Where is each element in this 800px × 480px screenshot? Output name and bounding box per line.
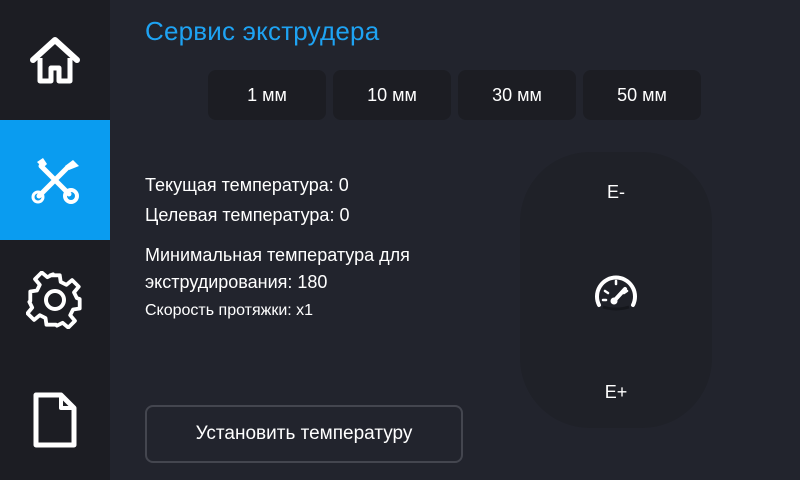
step-label: 50 мм xyxy=(617,84,667,105)
page-title: Сервис экструдера xyxy=(145,16,380,46)
tools-icon xyxy=(31,158,79,204)
speed-button[interactable] xyxy=(588,266,644,318)
min-extrude-temperature-line1: Минимальная температура для xyxy=(145,245,410,265)
step-1mm-button[interactable]: 1 мм xyxy=(208,70,326,120)
min-extrude-temperature-line2: экструдирования: 180 xyxy=(145,272,328,292)
step-label: 1 мм xyxy=(247,84,287,105)
file-icon xyxy=(33,392,77,448)
step-50mm-button[interactable]: 50 мм xyxy=(583,70,701,120)
speedometer-icon xyxy=(595,275,637,311)
retract-label: E- xyxy=(607,181,625,202)
home-icon xyxy=(30,37,80,84)
current-temperature: Текущая температура: 0 xyxy=(145,175,349,195)
extrude-speed: Скорость протяжки: x1 xyxy=(145,302,314,319)
sidebar-item-settings[interactable] xyxy=(0,240,110,360)
step-label: 30 мм xyxy=(492,84,542,105)
sidebar-item-service[interactable] xyxy=(0,120,110,240)
retract-button[interactable]: E- xyxy=(580,172,652,212)
gear-icon xyxy=(26,271,82,329)
set-temperature-label: Установить температуру xyxy=(195,423,413,444)
sidebar-item-files[interactable] xyxy=(0,360,110,480)
step-30mm-button[interactable]: 30 мм xyxy=(458,70,576,120)
step-label: 10 мм xyxy=(367,84,417,105)
set-temperature-button[interactable]: Установить температуру xyxy=(145,405,463,463)
extrude-label: E+ xyxy=(604,381,628,402)
step-10mm-button[interactable]: 10 мм xyxy=(333,70,451,120)
sidebar xyxy=(0,0,110,480)
target-temperature: Целевая температура: 0 xyxy=(145,205,350,225)
extrude-button[interactable]: E+ xyxy=(580,372,652,412)
sidebar-item-home[interactable] xyxy=(0,0,110,120)
